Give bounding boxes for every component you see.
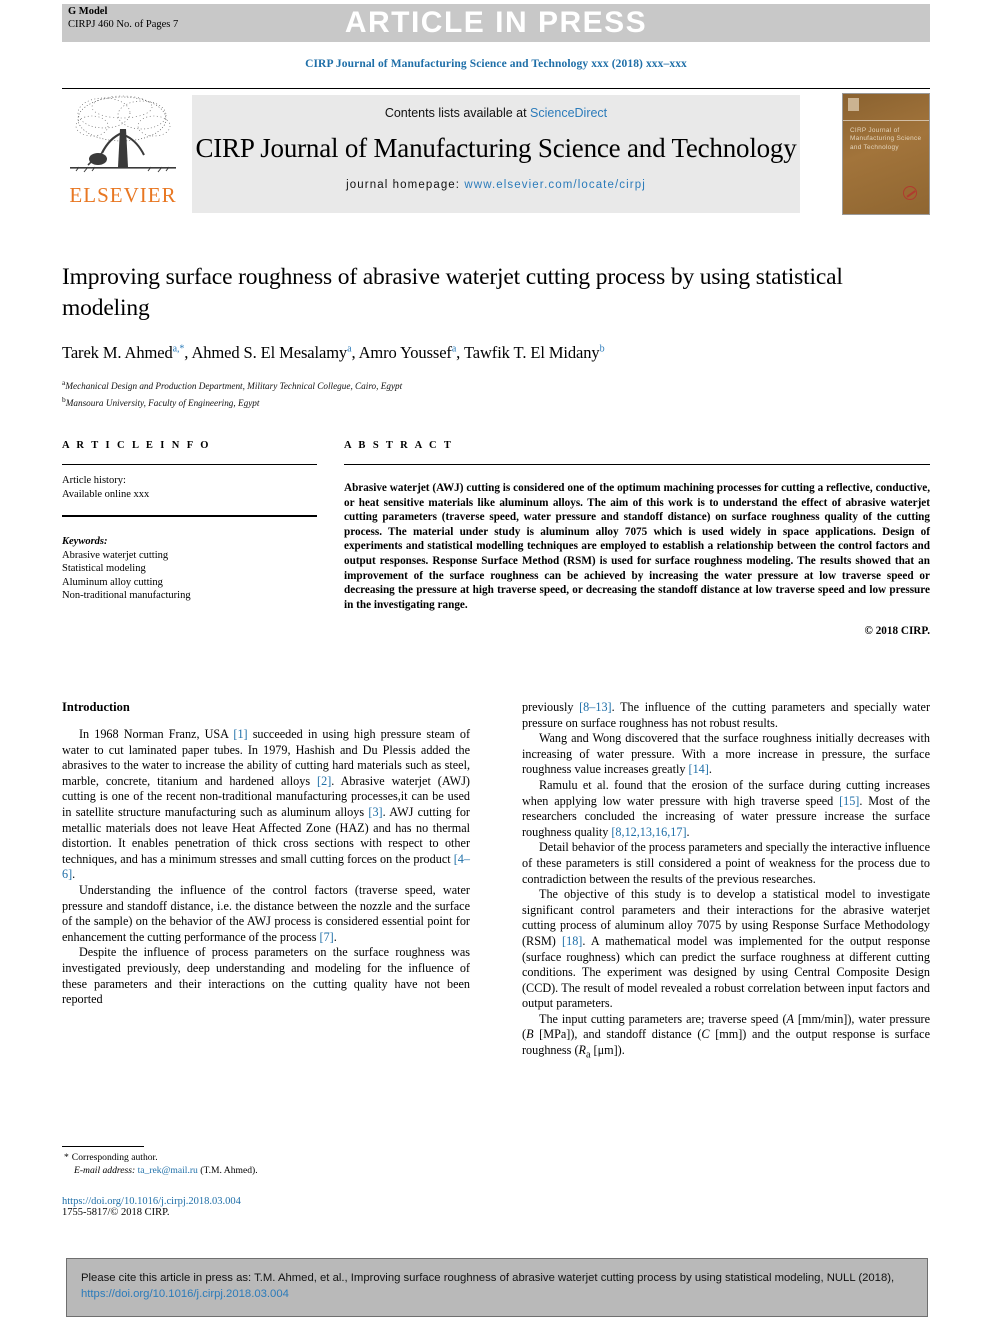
article-in-press-label: ARTICLE IN PRESS (344, 6, 648, 39)
section-heading-introduction: Introduction (62, 700, 130, 714)
keyword-item: Non-traditional manufacturing (62, 590, 191, 601)
author-1-affil-marker: a,* (172, 343, 185, 355)
body-paragraph: Despite the influence of process paramet… (62, 945, 470, 1007)
abstract-text: Abrasive waterjet (AWJ) cutting is consi… (344, 482, 930, 611)
body-paragraph: previously [8–13]. The influence of the … (522, 700, 930, 730)
homepage-label: journal homepage: (346, 179, 461, 191)
body-paragraph: The input cutting parameters are; traver… (522, 1011, 931, 1061)
affiliation-a-row: aMechanical Design and Production Depart… (62, 376, 930, 393)
cover-publisher-icon (848, 98, 859, 111)
body-paragraph: Understanding the influence of the contr… (62, 882, 470, 944)
journal-homepage-line: journal homepage: www.elsevier.com/locat… (192, 179, 800, 191)
contents-prefix: Contents lists available at (384, 106, 531, 120)
body-paragraph: In 1968 Norman Franz, USA [1] succeeded … (62, 727, 471, 882)
author-4: Tawfik T. El Midanyb (463, 343, 605, 362)
keyword-item: Abrasive waterjet cutting (62, 549, 169, 561)
homepage-url[interactable]: www.elsevier.com/locate/cirpj (464, 179, 645, 191)
corresponding-author-line: * Corresponding author. (62, 1152, 470, 1165)
article-history-label: Article history: (62, 475, 126, 486)
article-history-block: Article history: Available online xxx (62, 465, 317, 515)
email-line: E-mail address: ta_rek@mail.ru (T.M. Ahm… (62, 1165, 470, 1178)
cover-cirp-emblem-icon (903, 186, 917, 200)
elsevier-tree-icon (70, 95, 176, 173)
journal-cover-thumbnail: CIRP Journal of Manufacturing Science an… (842, 93, 930, 215)
article-info-column: A R T I C L E I N F O Article history: A… (62, 440, 317, 603)
body-paragraph: Detail behavior of the process parameter… (522, 840, 930, 886)
author-4-affil-marker: b (599, 343, 605, 355)
abstract-copyright: © 2018 CIRP. (864, 625, 930, 638)
article-in-press-banner: ARTICLE IN PRESS (62, 4, 930, 42)
please-cite-text: Please cite this article in press as: T.… (67, 1259, 927, 1313)
email-label: E-mail address: (74, 1164, 136, 1176)
author-3: Amro Youssefa, (358, 343, 461, 362)
corresponding-author-text: Corresponding author. (71, 1152, 158, 1163)
please-cite-doi-link[interactable]: https://doi.org/10.1016/j.cirpj.2018.03.… (81, 1288, 289, 1300)
journal-running-head: CIRP Journal of Manufacturing Science an… (305, 58, 687, 70)
body-column-right: previously [8–13]. The influence of the … (522, 700, 930, 1063)
elsevier-wordmark: ELSEVIER (69, 183, 177, 207)
paper-title: Improving surface roughness of abrasive … (62, 264, 843, 321)
affiliations: aMechanical Design and Production Depart… (62, 376, 930, 410)
body-column-left: Introduction In 1968 Norman Franz, USA [… (62, 700, 470, 1008)
please-cite-prefix: Please cite this article in press as: T.… (81, 1272, 895, 1284)
title-block: Improving surface roughness of abrasive … (62, 262, 930, 410)
affiliation-a: Mechanical Design and Production Departm… (65, 381, 403, 392)
article-history-value: Available online xxx (62, 488, 150, 500)
sciencedirect-link[interactable]: ScienceDirect (530, 106, 607, 120)
abstract-heading: A B S T R A C T (344, 440, 454, 451)
keyword-item: Statistical modeling (62, 563, 146, 574)
doi-issn-block: https://doi.org/10.1016/j.cirpj.2018.03.… (62, 1196, 482, 1218)
cover-title-text: CIRP Journal of Manufacturing Science an… (850, 127, 922, 151)
author-list: Tarek M. Ahmeda,*, Ahmed S. El Mesalamya… (62, 343, 930, 363)
corresponding-author-marker: * (64, 1152, 69, 1163)
affiliation-b-row: bMansoura University, Faculty of Enginee… (62, 393, 930, 410)
journal-title: CIRP Journal of Manufacturing Science an… (195, 133, 797, 163)
please-cite-box: Please cite this article in press as: T.… (66, 1258, 928, 1317)
author-2: Ahmed S. El Mesalamya, (191, 343, 356, 362)
journal-masthead: ELSEVIER Contents lists available at Sci… (62, 88, 930, 218)
email-link[interactable]: ta_rek@mail.ru (138, 1165, 198, 1176)
g-model-block: G Model CIRPJ 460 No. of Pages 7 (68, 6, 178, 31)
cover-divider (843, 120, 929, 121)
body-paragraph: Wang and Wong discovered that the surfac… (522, 731, 930, 777)
footnote-rule (62, 1146, 144, 1147)
author-2-affil-marker: a (347, 343, 352, 355)
footnote-block: * Corresponding author. E-mail address: t… (62, 1146, 470, 1177)
g-model-line-2: CIRPJ 460 No. of Pages 7 (68, 18, 179, 30)
email-owner: (T.M. Ahmed). (200, 1164, 258, 1176)
author-3-affil-marker: a (451, 343, 457, 355)
g-model-line-1: G Model (68, 6, 108, 17)
abstract-column: A B S T R A C T Abrasive waterjet (AWJ) … (344, 440, 930, 637)
keyword-item: Aluminum alloy cutting (62, 576, 163, 588)
elsevier-logo: ELSEVIER (62, 93, 184, 213)
keywords-label: Keywords: (62, 536, 108, 547)
body-paragraph: The objective of this study is to develo… (522, 887, 930, 1011)
body-paragraph: Ramulu et al. found that the erosion of … (522, 777, 930, 839)
doi-link[interactable]: https://doi.org/10.1016/j.cirpj.2018.03.… (62, 1196, 482, 1207)
contents-available-line: Contents lists available at ScienceDirec… (192, 95, 800, 120)
masthead-center-panel: Contents lists available at ScienceDirec… (192, 95, 800, 213)
author-1: Tarek M. Ahmeda,*, (62, 343, 189, 362)
affiliation-b: Mansoura University, Faculty of Engineer… (65, 398, 260, 409)
keywords-block: Keywords: Abrasive waterjet cutting Stat… (62, 517, 317, 603)
article-info-heading: A R T I C L E I N F O (62, 440, 211, 451)
issn-copyright-line: 1755-5817/© 2018 CIRP. (62, 1207, 170, 1218)
